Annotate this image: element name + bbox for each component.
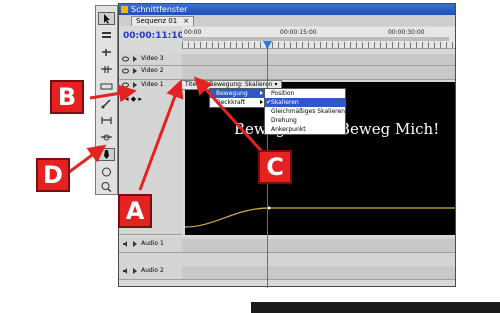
menu-item-bewegung[interactable]: Bewegung: [210, 89, 266, 98]
hand-icon[interactable]: [98, 165, 115, 178]
tools-palette: [95, 5, 118, 195]
speaker-icon[interactable]: [122, 268, 129, 274]
twirl-icon[interactable]: [133, 82, 137, 88]
track-lane-video-2[interactable]: [182, 66, 455, 80]
keyframe-nav-icon[interactable]: ◂ ◆ ▸: [125, 94, 142, 104]
track-name: Video 3: [141, 55, 164, 62]
bewegung-submenu: Position ✔ Skalieren Gleichmäßiges Skalie…: [264, 88, 346, 135]
razor-icon[interactable]: [98, 97, 115, 110]
callout-b: B: [50, 80, 84, 114]
window-titlebar: Schnittfenster: [119, 4, 455, 15]
zoom-icon[interactable]: [98, 180, 115, 193]
rate-stretch-icon[interactable]: [98, 80, 115, 93]
keyframe-band: [251, 302, 500, 313]
eye-icon[interactable]: [122, 56, 129, 62]
eye-icon[interactable]: [122, 82, 129, 88]
track-header-video-3[interactable]: Video 3: [119, 54, 182, 66]
menu-item-label: Skalieren: [271, 99, 299, 106]
twirl-icon[interactable]: [133, 241, 137, 247]
tab-bar: Sequenz 01 ×: [119, 15, 455, 26]
track-lane-audio-2[interactable]: [182, 266, 455, 280]
submenu-item-ankerpunkt[interactable]: Ankerpunkt: [265, 125, 345, 134]
ruler-label: 00:00:15:00: [280, 29, 317, 36]
pen-icon[interactable]: [98, 148, 115, 161]
timecode: 00:00:11:10: [123, 31, 184, 41]
twirl-icon[interactable]: [133, 268, 137, 274]
menu-item-label: Deckkraft: [216, 99, 246, 106]
track-name: Audio 2: [141, 267, 164, 274]
timeline-scrollbar[interactable]: [182, 37, 449, 41]
submenu-item-drehung[interactable]: Drehung: [265, 116, 345, 125]
close-icon[interactable]: ×: [183, 17, 189, 25]
effect-menu: Bewegung Deckkraft: [209, 88, 267, 108]
track-lane-audio-1[interactable]: [182, 239, 455, 253]
window-title: Schnittfenster: [131, 5, 188, 14]
rolling-edit-icon[interactable]: [98, 63, 115, 76]
callout-c: C: [258, 150, 292, 184]
submenu-item-skalieren[interactable]: ✔ Skalieren: [265, 98, 345, 107]
track-name: Video 1: [141, 81, 164, 88]
ruler-label: 00:00: [184, 29, 202, 36]
slip-icon[interactable]: [98, 114, 115, 127]
menu-item-deckkraft[interactable]: Deckkraft: [210, 98, 266, 107]
track-name: Video 2: [141, 67, 164, 74]
track-name: Audio 1: [141, 240, 164, 247]
menu-item-label: Bewegung: [216, 90, 248, 97]
tab-sequence[interactable]: Sequenz 01 ×: [131, 16, 195, 26]
track-header-audio-1[interactable]: Audio 1: [119, 239, 182, 253]
check-icon: ✔: [266, 99, 272, 106]
track-lane-video-3[interactable]: [182, 54, 455, 66]
callout-a: A: [118, 194, 152, 228]
track-select-icon[interactable]: [98, 29, 115, 42]
timeline-window: Schnittfenster Sequenz 01 × 00:00:11:10 0…: [118, 3, 500, 313]
tab-label: Sequenz 01: [136, 17, 178, 25]
menu-item-label: Drehung: [271, 117, 297, 124]
slide-icon[interactable]: [98, 131, 115, 144]
eye-icon[interactable]: [122, 68, 129, 74]
callout-d: D: [36, 158, 70, 192]
select-icon[interactable]: [98, 12, 115, 25]
track-header-audio-2[interactable]: Audio 2: [119, 266, 182, 280]
arrow-d: [64, 144, 107, 177]
speaker-icon[interactable]: [122, 241, 129, 247]
track-header-video-2[interactable]: Video 2: [119, 66, 182, 80]
submenu-item-position[interactable]: Position: [265, 89, 345, 98]
ruler-ticks: [182, 42, 455, 48]
twirl-icon[interactable]: [133, 68, 137, 74]
submenu-arrow-icon: [260, 100, 263, 104]
app-icon: [121, 6, 128, 13]
menu-item-label: Ankerpunkt: [271, 126, 306, 133]
menu-item-label: Position: [271, 90, 295, 97]
submenu-arrow-icon: [260, 91, 263, 95]
submenu-item-gleichmaessiges-skalieren[interactable]: Gleichmäßiges Skalieren: [265, 107, 345, 116]
menu-item-label: Gleichmäßiges Skalieren: [271, 108, 345, 115]
twirl-icon[interactable]: [133, 56, 137, 62]
ruler-label: 00:00:30:00: [388, 29, 425, 36]
ripple-edit-icon[interactable]: [98, 46, 115, 59]
